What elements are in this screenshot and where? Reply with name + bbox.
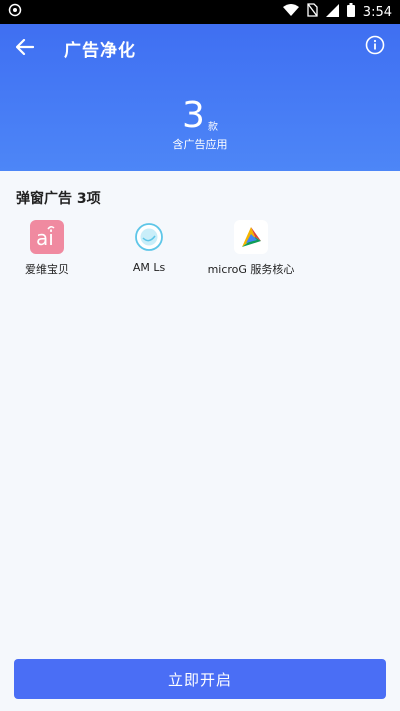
- status-bar: 3:54: [0, 0, 400, 24]
- wifi-icon: [282, 3, 299, 21]
- info-icon: [365, 35, 385, 59]
- ad-app-count: 3 款 含广告应用: [0, 94, 400, 152]
- target-icon: [8, 3, 22, 21]
- no-sim-icon: [307, 3, 318, 21]
- count-unit: 款: [208, 122, 218, 133]
- back-button[interactable]: [12, 36, 38, 62]
- count-caption: 含广告应用: [172, 138, 228, 151]
- signal-icon: [325, 3, 339, 21]
- count-number: 3: [182, 95, 205, 136]
- arrow-left-icon: [15, 38, 35, 59]
- header: 广告净化 3 款 含广告应用: [0, 24, 400, 171]
- info-button[interactable]: [364, 35, 386, 59]
- app-label: AM Ls: [132, 261, 166, 274]
- svg-text:ai: ai: [36, 226, 54, 249]
- microg-app-icon: [234, 220, 268, 254]
- app-item-aiweibaobei[interactable]: ai 爱维宝贝: [0, 220, 102, 277]
- section-title: 弹窗广告 3项: [16, 191, 101, 207]
- app-item-microg[interactable]: microG 服务核心: [196, 220, 306, 277]
- app-item-am-ls[interactable]: AM Ls: [94, 220, 204, 274]
- app-list: ai 爱维宝贝 AM Ls microG 服务核心: [0, 220, 400, 290]
- app-label: 爱维宝贝: [25, 263, 69, 276]
- app-label: microG 服务核心: [207, 263, 295, 276]
- status-time: 3:54: [362, 4, 392, 20]
- aiweibaobei-app-icon: ai: [30, 220, 64, 254]
- battery-icon: [346, 3, 355, 21]
- am-ls-app-icon: [132, 220, 166, 254]
- enable-button[interactable]: 立即开启: [14, 659, 386, 699]
- page-title: 广告净化: [64, 41, 136, 61]
